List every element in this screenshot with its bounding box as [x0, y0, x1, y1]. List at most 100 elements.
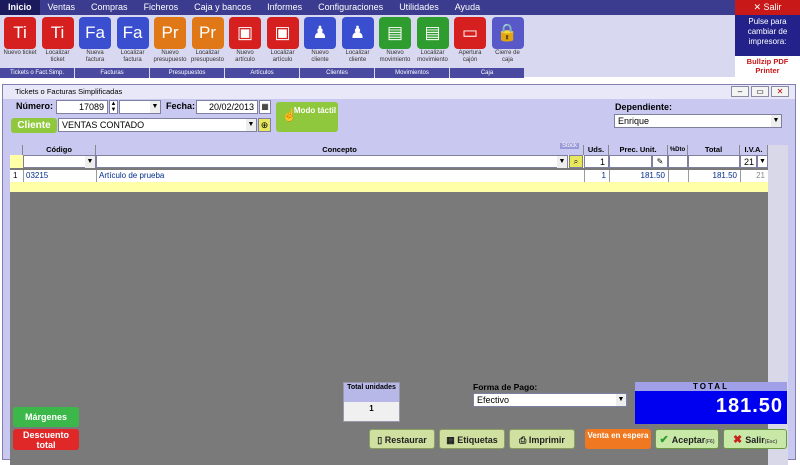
ribbon-button-label: Localizar cliente — [345, 50, 370, 63]
header-precio: Prec. Unit. — [609, 145, 668, 155]
ribbon-button-13[interactable]: 🔒 Cierre de caja — [490, 17, 526, 77]
row-iva: 21 — [756, 171, 765, 180]
new-concepto-input[interactable]: ▼ — [96, 155, 568, 168]
ribbon-button-0[interactable]: Ti Nuevo ticket — [2, 17, 38, 77]
imprimir-button[interactable]: ⎙ Imprimir — [509, 429, 575, 449]
ribbon-button-7[interactable]: ▣ Localizar artículo — [265, 17, 301, 77]
mov-icon: ▤ — [416, 17, 449, 49]
ribbon-button-label: Apertura cajón — [458, 50, 482, 63]
chevron-down-icon: ▼ — [616, 394, 626, 406]
header-iva: I.V.A. — [740, 145, 768, 155]
numero-field[interactable]: 17089 — [56, 100, 108, 114]
ribbon-button-label: Localizar artículo — [270, 50, 295, 63]
salir-button[interactable]: ✖ Salir(Esc) — [723, 429, 787, 449]
new-dto-input[interactable] — [668, 155, 688, 168]
ribbon-button-8[interactable]: ♟ Nuevo cliente — [302, 17, 338, 77]
pencil-icon[interactable]: ✎ — [652, 155, 668, 168]
margenes-button[interactable]: Márgenes — [13, 407, 79, 427]
ribbon-button-label: Nuevo movimiento — [379, 50, 411, 63]
empty-row — [10, 182, 768, 192]
printer-selector[interactable]: Pulse para cambiar de impresora: Bullzip… — [735, 15, 800, 77]
row-codigo: 03215 — [26, 171, 49, 180]
aceptar-label: Aceptar — [671, 435, 706, 445]
people-icon: ♟ — [304, 17, 336, 49]
ribbon-button-label: Localizar presupuesto — [190, 50, 225, 63]
box-icon: ▣ — [229, 17, 261, 49]
new-line-row: ▼ ▼ ⌕ 1 ✎ 21 ▼ — [10, 155, 768, 168]
ribbon-button-3[interactable]: Fa Localizar factura — [115, 17, 151, 77]
menu-ayuda[interactable]: Ayuda — [447, 0, 488, 15]
chevron-down-icon[interactable]: ▼ — [757, 155, 768, 168]
aceptar-shortcut: (F6) — [705, 439, 715, 445]
etiquetas-label: Etiquetas — [457, 435, 498, 445]
menu-compras[interactable]: Compras — [83, 0, 136, 15]
ribbon-button-4[interactable]: Pr Nuevo presupuesto — [152, 17, 188, 77]
window-close-button[interactable]: ✕ — [771, 86, 789, 97]
header-codigo: Código — [23, 145, 96, 155]
ribbon-button-label: Nueva factura — [85, 50, 105, 63]
menu-bar: Inicio Ventas Compras Ficheros Caja y ba… — [0, 0, 735, 15]
total-unidades-box: Total unidades 1 — [343, 382, 400, 422]
menu-configuraciones[interactable]: Configuraciones — [310, 0, 391, 15]
ribbon-button-label: Localizar factura — [120, 50, 145, 63]
app-exit-label: Salir — [763, 2, 782, 12]
new-codigo-input[interactable]: ▼ — [23, 155, 96, 168]
window-title: Tickets o Facturas Simplificadas — [3, 85, 795, 99]
ribbon-button-label: Cierre de caja — [495, 50, 520, 63]
ribbon-button-10[interactable]: ▤ Nuevo movimiento — [377, 17, 413, 77]
ribbon-toolbar: Tickets o Fact.Simp. Facturas Presupuest… — [0, 15, 735, 78]
ribbon-button-12[interactable]: ▭ Apertura cajón — [452, 17, 488, 77]
menu-informes[interactable]: Informes — [259, 0, 310, 15]
menu-inicio[interactable]: Inicio — [0, 0, 40, 15]
ribbon-button-2[interactable]: Fa Nueva factura — [77, 17, 113, 77]
ribbon-button-9[interactable]: ♟ Localizar cliente — [340, 17, 376, 77]
drawer-icon: ▭ — [454, 17, 486, 49]
lock-icon: 🔒 — [491, 17, 524, 49]
dependiente-select[interactable]: Enrique ▼ — [614, 114, 782, 128]
fecha-field[interactable]: 20/02/2013 — [196, 100, 258, 114]
numero-label: Número: — [16, 101, 54, 111]
menu-utilidades[interactable]: Utilidades — [391, 0, 447, 15]
ribbon-button-label: Nuevo presupuesto — [153, 50, 187, 63]
numero-spinner[interactable]: ▲ ▼ — [109, 100, 118, 114]
minimize-button[interactable]: – — [731, 86, 749, 97]
restaurar-button[interactable]: ▯ Restaurar — [369, 429, 435, 449]
search-cliente-icon[interactable]: ⊕ — [258, 118, 271, 132]
ribbon-button-5[interactable]: Pr Localizar presupuesto — [190, 17, 226, 77]
forma-pago-value: Efectivo — [477, 395, 510, 405]
restore-button[interactable]: ▭ — [751, 86, 769, 97]
ribbon-button-1[interactable]: Ti Localizar ticket — [40, 17, 76, 77]
ribbon-button-11[interactable]: ▤ Localizar movimiento — [415, 17, 451, 77]
calendar-icon[interactable]: ▦ — [259, 100, 271, 114]
menu-ficheros[interactable]: Ficheros — [136, 0, 187, 15]
aceptar-button[interactable]: ✔ Aceptar(F6) — [655, 429, 719, 449]
venta-espera-button[interactable]: Venta en espera — [585, 429, 651, 449]
new-total-input[interactable] — [688, 155, 740, 168]
modo-tactil-button[interactable]: ☝ Modo táctil — [276, 102, 338, 132]
descuento-total-button[interactable]: Descuento total — [13, 429, 79, 450]
new-uds-input[interactable]: 1 — [584, 155, 609, 168]
ribbon-button-6[interactable]: ▣ Nuevo artículo — [227, 17, 263, 77]
row-concepto: Artículo de prueba — [99, 171, 165, 180]
etiquetas-button[interactable]: ▦ Etiquetas — [439, 429, 505, 449]
new-iva-select[interactable]: 21 — [740, 155, 757, 168]
Pr-icon: Pr — [154, 17, 186, 49]
printer-icon: ⎙ — [519, 435, 529, 445]
table-row[interactable]: 1 03215 Artículo de prueba 1 181.50 181.… — [10, 170, 768, 182]
menu-ventas[interactable]: Ventas — [40, 0, 84, 15]
serie-select[interactable]: ▼ — [119, 100, 161, 114]
cliente-button[interactable]: Cliente — [11, 118, 57, 133]
cliente-field[interactable]: VENTAS CONTADO ▼ — [58, 118, 257, 132]
ribbon-button-label: Nuevo cliente — [311, 50, 329, 63]
Pr-icon: Pr — [191, 17, 224, 49]
fecha-label: Fecha: — [166, 101, 196, 111]
menu-caja-bancos[interactable]: Caja y bancos — [186, 0, 259, 15]
row-total: 181.50 — [712, 171, 737, 180]
imprimir-label: Imprimir — [528, 435, 565, 445]
new-precio-input[interactable] — [609, 155, 652, 168]
search-articulo-icon[interactable]: ⌕ — [569, 155, 583, 168]
app-exit-button[interactable]: ✕ Salir — [735, 0, 800, 15]
forma-pago-select[interactable]: Efectivo ▼ — [473, 393, 627, 407]
chevron-down-icon: ▼ — [150, 101, 160, 113]
total-unidades-label: Total unidades — [344, 383, 399, 402]
